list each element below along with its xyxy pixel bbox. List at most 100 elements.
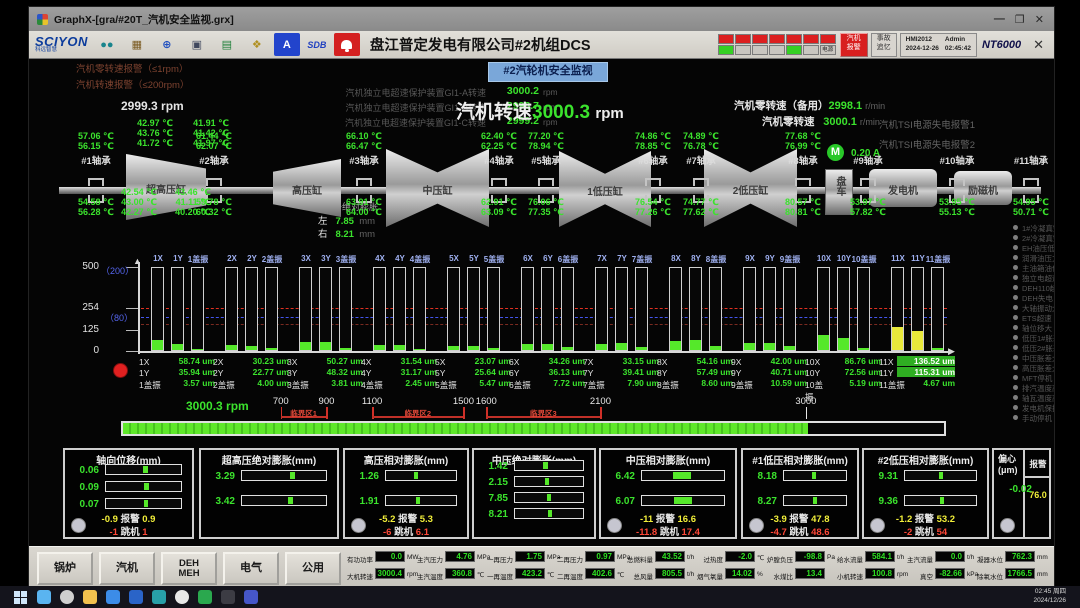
panel-bar-marker xyxy=(414,472,418,479)
speed-bar-fill xyxy=(123,423,808,434)
vib-bar-fill xyxy=(152,340,163,350)
bearing-bracket-top xyxy=(1023,178,1039,186)
page-title: #2汽轮机安全监视 xyxy=(488,62,608,82)
metric-value: -82.66 xyxy=(935,568,965,579)
alarm-grid-cell xyxy=(769,45,785,55)
panel-bar xyxy=(514,492,584,503)
alarm-list-bullet xyxy=(1013,375,1018,380)
app-icon-teal[interactable] xyxy=(152,590,166,604)
vib-value: 86.76 um xyxy=(823,356,881,366)
ops-button-汽机[interactable]: 汽机 xyxy=(99,552,155,585)
toolbar: SCIYON 科远智慧 ●●▦⊕▣▤❖ASDB 盘江普定发电有限公司#2机组DC… xyxy=(29,31,1054,59)
sdb-icon[interactable]: SDB xyxy=(304,33,330,56)
panel-bar xyxy=(904,495,977,506)
ja-icon[interactable]: A xyxy=(274,33,300,56)
ops-button-公用[interactable]: 公用 xyxy=(285,552,341,585)
vib-bar-2Y xyxy=(245,267,258,351)
users-icon[interactable]: ●● xyxy=(94,33,120,56)
metric-unit: mm xyxy=(1037,571,1048,578)
vib-value: 34.26 um xyxy=(527,356,585,366)
panel-bar-marker xyxy=(416,497,420,504)
bearing-temp-top: 66.47 ℃ xyxy=(338,141,390,152)
vib-value: 48.32 um xyxy=(305,367,363,377)
bearing-label: #8轴承 xyxy=(779,153,827,167)
panel-超高压绝对膨胀(mm): 超高压绝对膨胀(mm)3.293.42 xyxy=(199,448,339,539)
alarm-bell-icon[interactable] xyxy=(334,33,360,56)
alarm-status-grid: 电源 xyxy=(718,34,836,55)
search-icon[interactable] xyxy=(60,590,74,604)
vib-value: 36.13 um xyxy=(527,367,585,377)
alarm-grid-cell xyxy=(786,45,802,55)
alarm-grid-cell xyxy=(718,45,734,55)
vib-bar-3Y xyxy=(319,267,332,351)
printer-icon[interactable]: ▣ xyxy=(184,33,210,56)
globe-icon[interactable]: ⊕ xyxy=(154,33,180,56)
cylinder-高压缸: 高压缸 xyxy=(273,159,341,217)
vib-value: 57.49 um xyxy=(675,367,733,377)
vib-bar-fill xyxy=(394,345,405,350)
book-icon[interactable]: ❖ xyxy=(244,33,270,56)
bearing-temp-top: 56.15 ℃ xyxy=(70,141,122,152)
bearing-bracket-top xyxy=(491,178,507,186)
metric-value: 14.02 xyxy=(725,568,755,579)
alarm-list-bullet xyxy=(1013,305,1018,310)
folder-icon[interactable] xyxy=(83,590,97,604)
bearing-temp-top: 62.25 ℃ xyxy=(473,141,525,152)
vib-bar-2盖振 xyxy=(265,267,278,351)
turbine-alarm-button[interactable]: 汽机 报警 xyxy=(840,33,868,57)
metric-label: 小机转速 xyxy=(837,571,863,581)
metric-unit: t/h xyxy=(687,554,694,561)
vib-bar-fill xyxy=(670,341,681,350)
bearing-temp-top: 78.94 ℃ xyxy=(520,141,572,152)
metric-unit: t/h xyxy=(897,554,904,561)
minimize-button[interactable]: — xyxy=(994,13,1005,26)
maximize-button[interactable]: ❐ xyxy=(1015,13,1025,26)
title-bar: GraphX-[gra/#20T_汽机安全监视.grx] — ❐ ✕ xyxy=(29,7,1054,31)
toolbar-close-icon[interactable]: ✕ xyxy=(1029,37,1048,53)
bearing-bracket-top xyxy=(356,178,372,186)
zero-speed-unit: r/min xyxy=(860,117,880,127)
chart-ytick-mark xyxy=(126,351,138,352)
panel-bar xyxy=(105,464,182,475)
bearing-bracket-top xyxy=(795,178,811,186)
start-button[interactable] xyxy=(14,591,27,604)
bearing-temp-bottom: 63.09 ℃ xyxy=(473,207,525,218)
ops-button-锅炉[interactable]: 锅炉 xyxy=(37,552,93,585)
vib-value: 40.71 um xyxy=(749,367,807,377)
start-button[interactable] xyxy=(37,590,51,604)
vib-value: 3.57 um xyxy=(157,378,215,388)
critical-zone-label: 临界区2 xyxy=(390,408,446,419)
ops-button-DEHMEH[interactable]: DEH MEH xyxy=(161,552,217,585)
taskbar-clock[interactable]: 02:45 周四 2024/12/26 xyxy=(1033,588,1080,606)
event-recall-button[interactable]: 事故 追忆 xyxy=(871,33,897,57)
app-icon-green[interactable] xyxy=(198,590,212,604)
keyboard-icon[interactable]: ▦ xyxy=(124,33,150,56)
panel-bar xyxy=(514,476,584,487)
vib-value: 35.94 um xyxy=(157,367,215,377)
vib-bar-fill xyxy=(616,343,627,350)
monitor-icon[interactable]: ▤ xyxy=(214,33,240,56)
vib-bar-6X xyxy=(521,267,534,351)
app-icon-dark[interactable] xyxy=(221,590,235,604)
panel-中压绝对膨胀(mm): 中压绝对膨胀(mm)1.422.157.858.21 xyxy=(472,448,596,539)
uhp-metal-temp: 42.27 ℃ xyxy=(109,207,157,218)
app-icon-blue[interactable] xyxy=(129,590,143,604)
vib-bar-fill xyxy=(636,347,647,350)
cylinder-label: 中压缸 xyxy=(386,182,489,197)
nt6000-brand: NT6000 xyxy=(982,39,1021,51)
panel-title: 高压相对膨胀(mm) xyxy=(345,452,467,467)
vib-bar-fill xyxy=(414,349,425,350)
ops-button-电气[interactable]: 电气 xyxy=(223,552,279,585)
metric-unit: t/h xyxy=(687,571,694,578)
panel-bar xyxy=(241,470,327,481)
metric-value: 4.76 xyxy=(445,551,475,562)
vib-bar-fill xyxy=(562,347,573,350)
vib-value: 50.27 um xyxy=(305,356,363,366)
bearing-label: #5轴承 xyxy=(522,153,570,167)
app-icon-indigo[interactable] xyxy=(244,590,258,604)
app-icon-white[interactable] xyxy=(175,590,189,604)
zero-speed-alarm-note: 汽机零转速报警（≤1rpm） xyxy=(76,61,188,75)
edge-browser-icon[interactable] xyxy=(106,590,120,604)
close-button[interactable]: ✕ xyxy=(1035,13,1044,26)
alarm-grid-cell xyxy=(718,34,734,44)
